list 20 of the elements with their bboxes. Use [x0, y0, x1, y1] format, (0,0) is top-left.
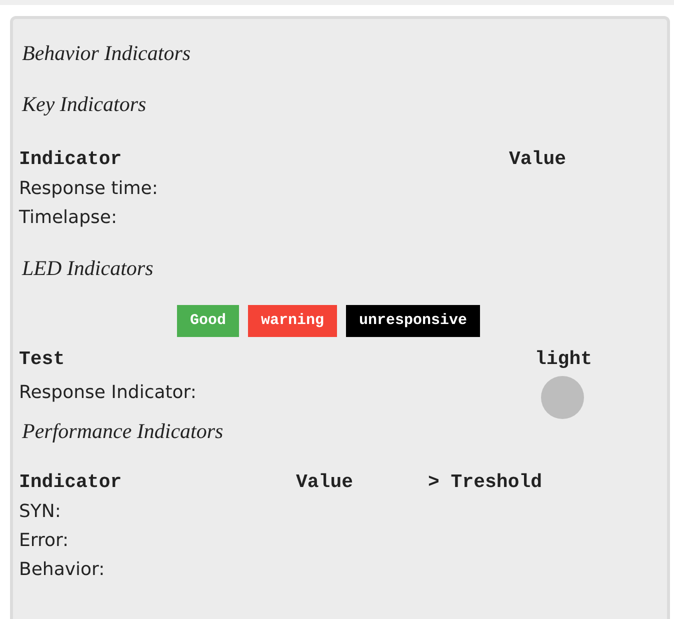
section-heading: LED Indicators [20, 256, 154, 281]
legend-tag: warning [248, 305, 338, 337]
legend-tag: unresponsive [346, 305, 480, 337]
column-header: Indicator [19, 147, 123, 172]
row-label: Behavior: [19, 558, 106, 582]
legend-tag: Good [177, 305, 240, 337]
row-label: Response time: [19, 177, 159, 201]
column-header: light [535, 347, 594, 372]
column-header: Value [509, 147, 568, 172]
row-label: SYN: [19, 500, 62, 524]
column-header: Indicator [19, 470, 123, 495]
column-header: Test [19, 347, 66, 372]
column-header: > Treshold [428, 470, 544, 495]
row-label: Error: [19, 529, 70, 553]
row-label: Response Indicator: [19, 381, 198, 405]
row-label: Timelapse: [19, 206, 118, 230]
panel-title: Behavior Indicators [21, 41, 192, 66]
section-heading: Key Indicators [20, 92, 148, 117]
column-header: Value [296, 470, 354, 495]
section-heading: Performance Indicators [21, 419, 224, 444]
